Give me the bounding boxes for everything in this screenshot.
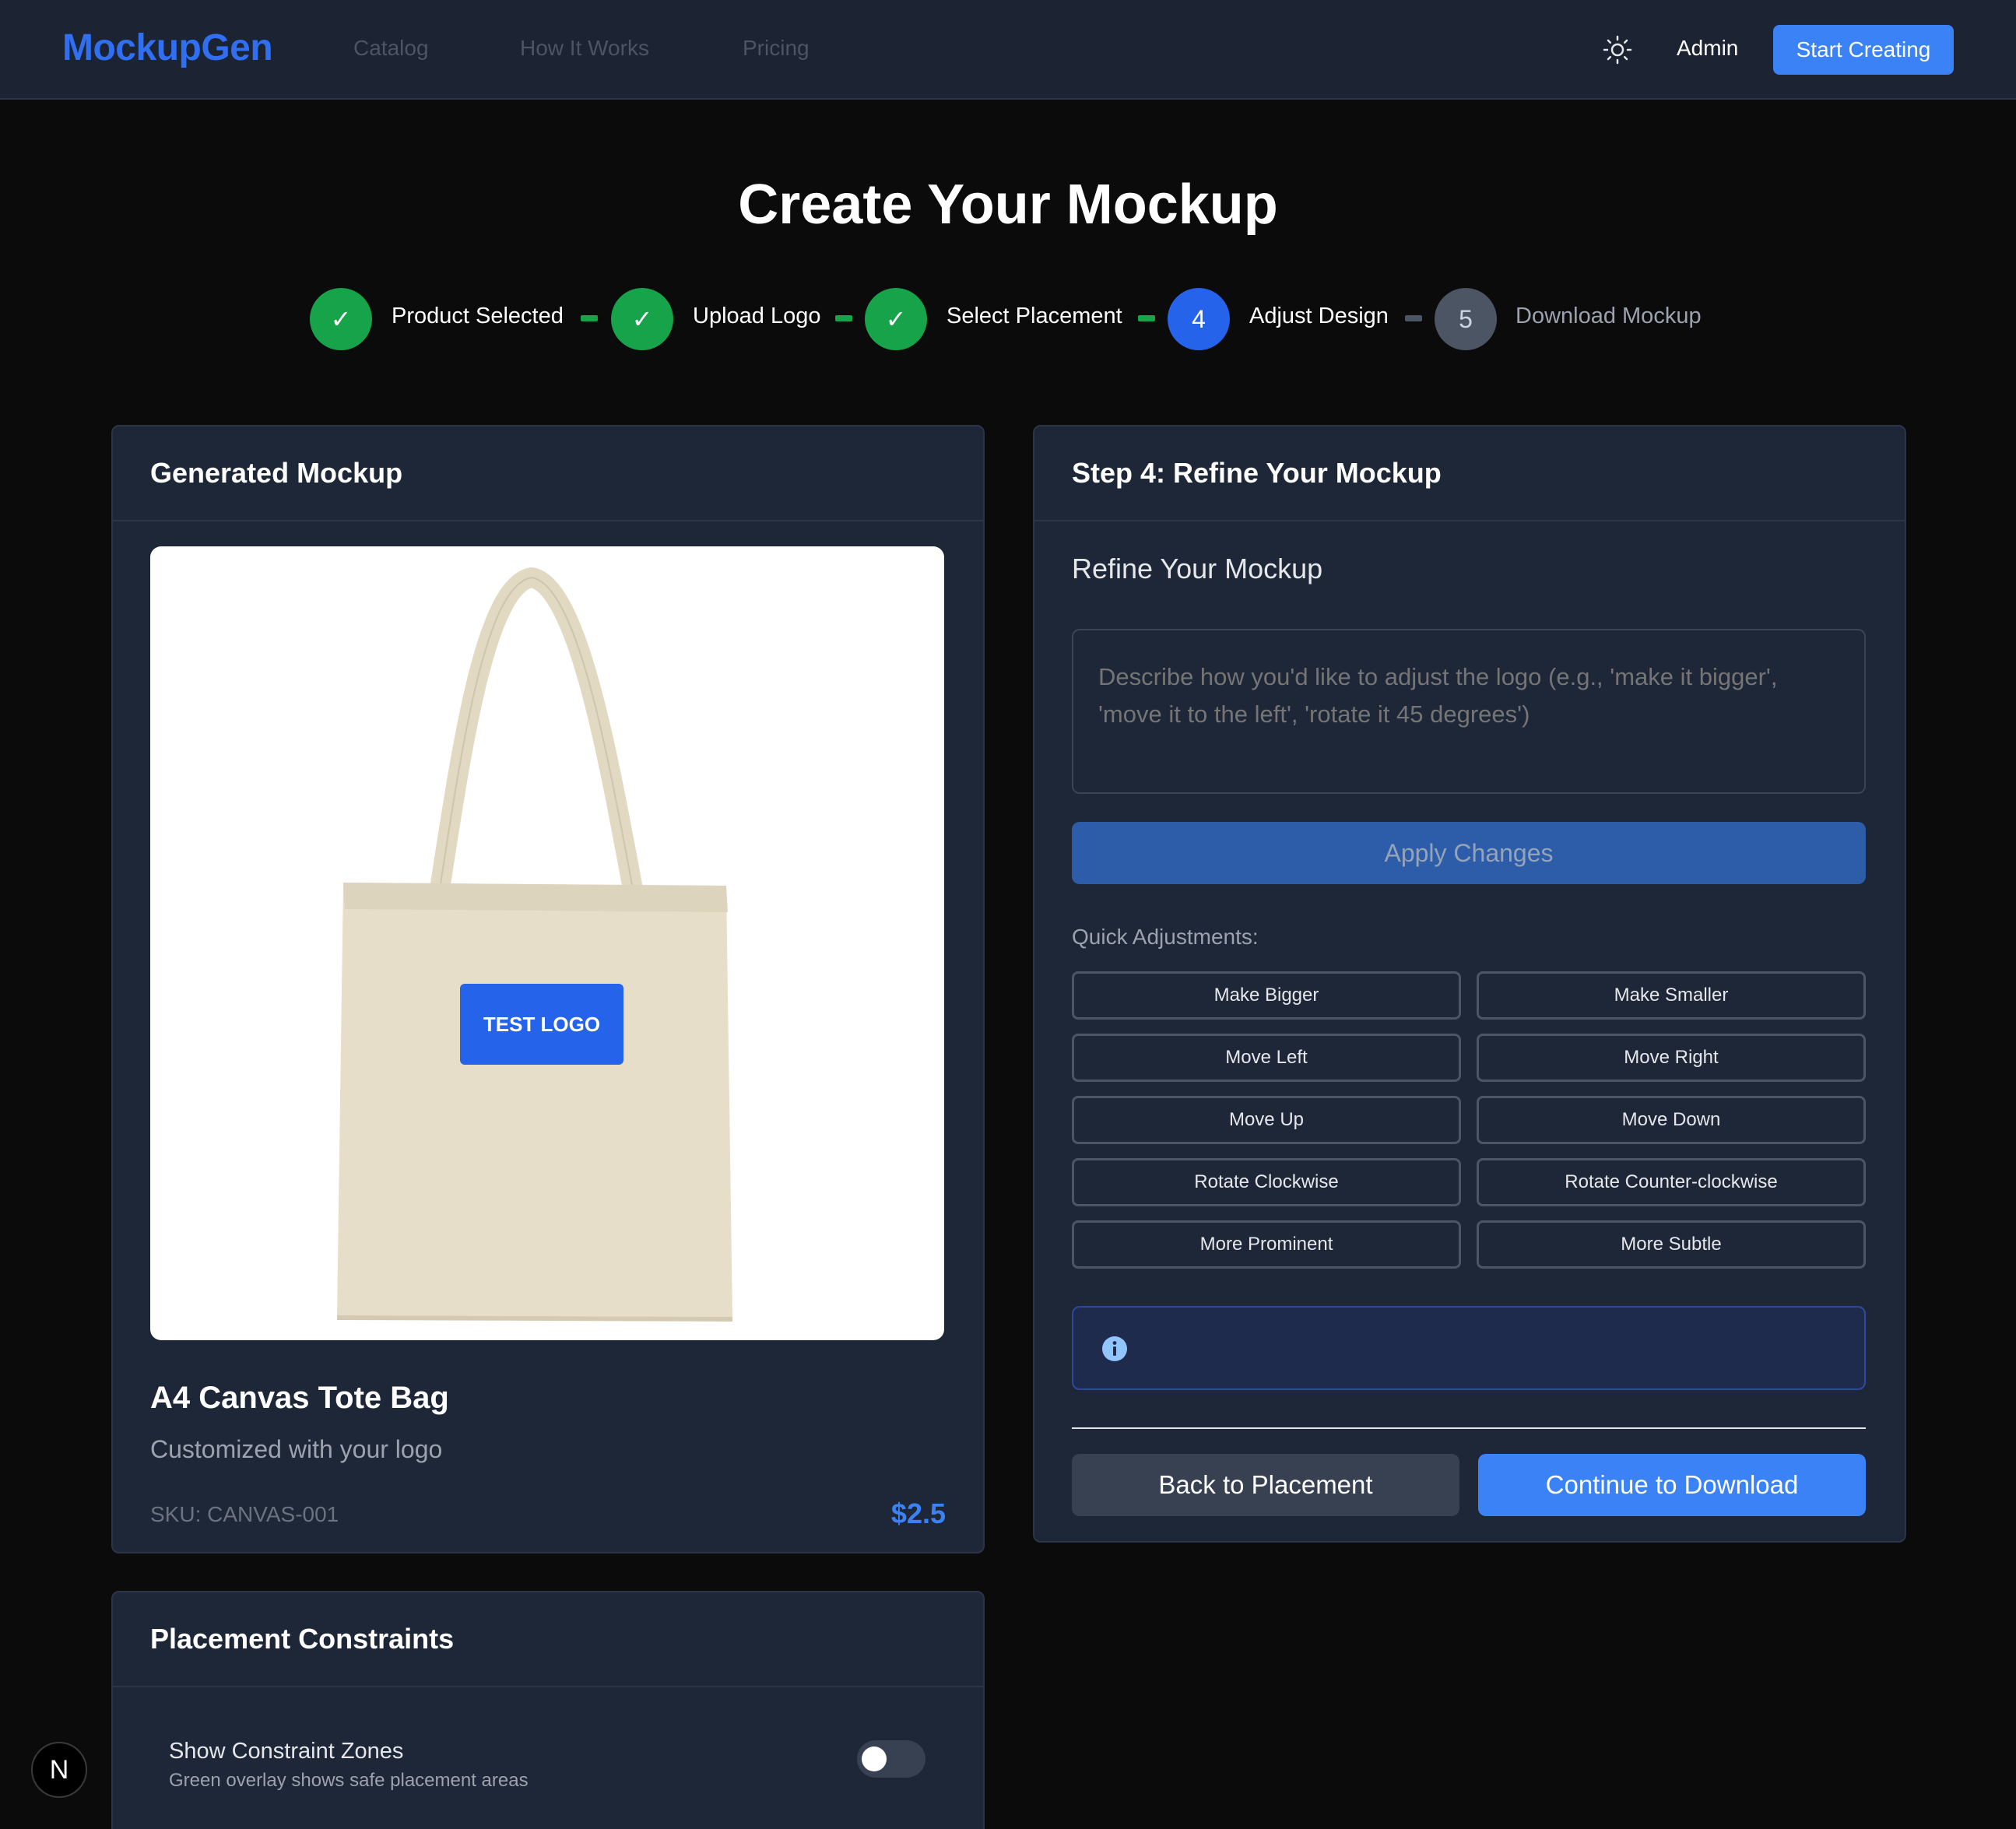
quick-adjustments-label: Quick Adjustments: [1072,925,1259,949]
step-2-label: Upload Logo [693,304,821,328]
toggle-knob [862,1747,887,1771]
page-title: Create Your Mockup [738,174,1278,236]
card-title: Step 4: Refine Your Mockup [1034,427,1905,521]
step-connector [1138,315,1155,321]
brand-logo[interactable]: MockupGen [62,26,273,69]
apply-changes-button[interactable]: Apply Changes [1072,822,1866,884]
mockup-preview-image: TEST LOGO [150,546,944,1340]
card-title: Placement Constraints [113,1592,983,1687]
divider [1072,1427,1866,1429]
dev-tools-badge[interactable]: N [31,1742,87,1798]
start-creating-button[interactable]: Start Creating [1773,25,1954,75]
constraint-toggle-description: Green overlay shows safe placement areas [169,1770,529,1791]
more-prominent-button[interactable]: More Prominent [1072,1220,1461,1269]
step-connector [581,315,598,321]
rotate-counter-clockwise-button[interactable]: Rotate Counter-clockwise [1477,1158,1866,1206]
step-5-label: Download Mockup [1516,304,1702,328]
step-1-label: Product Selected [392,304,564,328]
adjustment-textarea[interactable] [1072,629,1866,794]
step-3-check-icon: ✓ [865,288,927,350]
placement-constraints-card: Placement Constraints Show Constraint Zo… [111,1591,985,1829]
move-down-button[interactable]: Move Down [1477,1096,1866,1144]
admin-link[interactable]: Admin [1677,36,1738,61]
show-constraint-zones-toggle[interactable] [857,1740,925,1778]
logo-overlay[interactable]: TEST LOGO [460,984,623,1065]
card-title: Generated Mockup [113,427,983,521]
move-up-button[interactable]: Move Up [1072,1096,1461,1144]
step-4-label: Adjust Design [1249,304,1389,328]
top-nav: MockupGen Catalog How It Works Pricing A… [0,0,2016,100]
nav-link-catalog[interactable]: Catalog [353,36,429,61]
refine-section-title: Refine Your Mockup [1072,553,1323,585]
product-subtitle: Customized with your logo [150,1435,443,1463]
product-sku: SKU: CANVAS-001 [150,1502,339,1526]
make-smaller-button[interactable]: Make Smaller [1477,971,1866,1020]
info-alert [1072,1306,1866,1390]
refine-mockup-card: Step 4: Refine Your Mockup Refine Your M… [1033,425,1906,1543]
product-name: A4 Canvas Tote Bag [150,1381,449,1415]
move-left-button[interactable]: Move Left [1072,1034,1461,1082]
tote-bag-illustration [337,567,732,1322]
continue-to-download-button[interactable]: Continue to Download [1478,1454,1866,1516]
step-5-marker: 5 [1435,288,1497,350]
make-bigger-button[interactable]: Make Bigger [1072,971,1461,1020]
constraint-toggle-title: Show Constraint Zones [169,1739,404,1764]
step-3-label: Select Placement [947,304,1122,328]
back-to-placement-button[interactable]: Back to Placement [1072,1454,1459,1516]
generated-mockup-card: Generated Mockup TEST LOGO A4 Canvas Tot… [111,425,985,1553]
more-subtle-button[interactable]: More Subtle [1477,1220,1866,1269]
sun-icon[interactable] [1602,34,1633,65]
step-2-check-icon: ✓ [611,288,673,350]
step-connector [1405,315,1422,321]
step-4-marker: 4 [1168,288,1230,350]
info-icon [1102,1336,1127,1361]
rotate-clockwise-button[interactable]: Rotate Clockwise [1072,1158,1461,1206]
nav-link-pricing[interactable]: Pricing [743,36,810,61]
move-right-button[interactable]: Move Right [1477,1034,1866,1082]
nav-link-how-it-works[interactable]: How It Works [520,36,649,61]
step-1-check-icon: ✓ [310,288,372,350]
product-price: $2.5 [890,1497,946,1529]
step-connector [835,315,852,321]
